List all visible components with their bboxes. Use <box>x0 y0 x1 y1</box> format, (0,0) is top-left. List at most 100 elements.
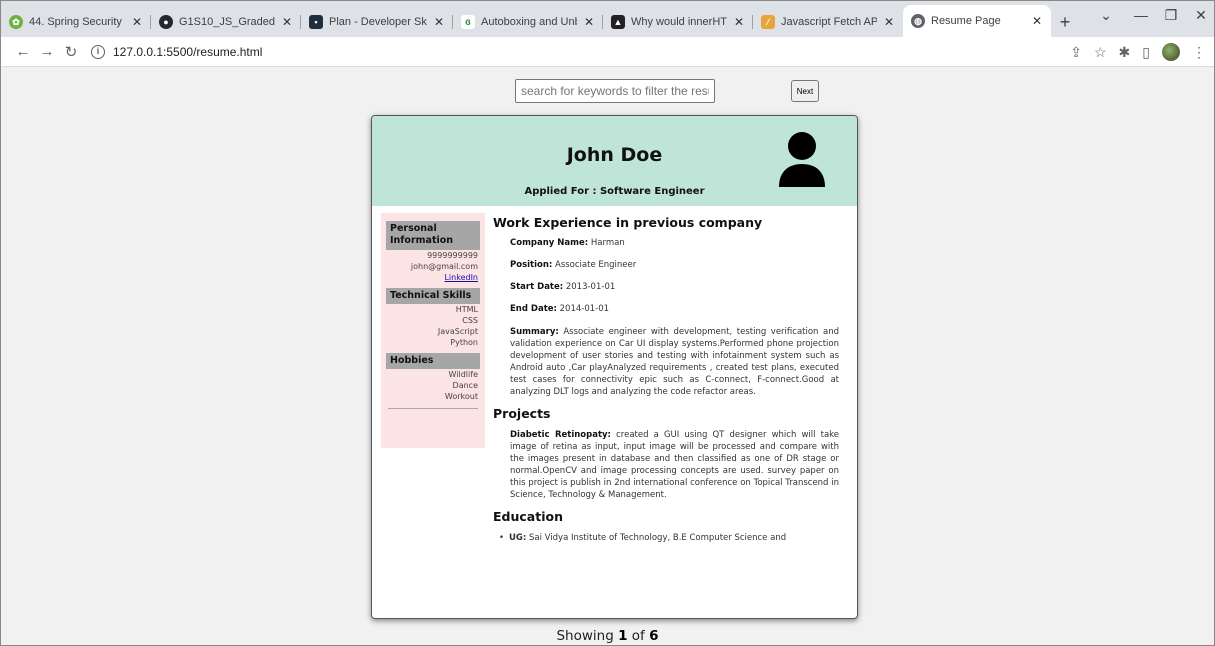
info-icon[interactable]: i <box>91 44 105 59</box>
linkedin-link[interactable]: LinkedIn <box>386 272 480 283</box>
stackoverflow-icon: ▲ <box>611 15 625 29</box>
close-icon[interactable]: ✕ <box>733 15 745 29</box>
page-content: Next John Doe Applied For : Software Eng… <box>1 68 1214 645</box>
start-date-value: 2013-01-01 <box>565 282 616 292</box>
total-pages: 6 <box>649 628 659 644</box>
close-icon[interactable]: ✕ <box>281 15 293 29</box>
resume-main: Work Experience in previous company Comp… <box>493 211 839 544</box>
tab-strip: ✿ 44. Spring Security FA ✕ ● G1S10_JS_Gr… <box>1 1 1214 37</box>
resume-header: John Doe Applied For : Software Engineer <box>372 116 857 206</box>
browser-toolbar: ← → ↻ i 127.0.0.1:5500/resume.html ⇪ ☆ ✱… <box>1 37 1214 67</box>
tab-github[interactable]: ● G1S10_JS_GradedProj ✕ <box>151 7 301 37</box>
tab-resume-page[interactable]: ◍ Resume Page ✕ <box>903 5 1051 37</box>
address-bar[interactable]: i 127.0.0.1:5500/resume.html <box>91 41 262 63</box>
menu-icon[interactable]: ⋮ <box>1192 44 1206 61</box>
close-icon[interactable]: ✕ <box>433 15 445 29</box>
tab-label: Javascript Fetch API <box>781 16 877 28</box>
tab-spring-security[interactable]: ✿ 44. Spring Security FA ✕ <box>1 7 151 37</box>
education-item: • UG: Sai Vidya Institute of Technology, … <box>499 532 839 544</box>
personal-info-heading: Personal Information <box>386 221 480 250</box>
next-button[interactable]: Next <box>791 80 819 102</box>
tab-fetch-api[interactable]: ⁄ Javascript Fetch API ✕ <box>753 7 903 37</box>
position-label: Position: <box>510 260 553 270</box>
github-icon: ● <box>159 15 173 29</box>
browser-window: ✿ 44. Spring Security FA ✕ ● G1S10_JS_Gr… <box>0 0 1215 646</box>
close-icon[interactable]: ✕ <box>131 15 143 29</box>
edu-value: Sai Vidya Institute of Technology, B.E C… <box>528 533 787 543</box>
applied-for: Applied For : Software Engineer <box>372 186 857 197</box>
summary-label: Summary: <box>510 327 559 337</box>
edu-label: UG: <box>509 533 527 543</box>
search-input[interactable] <box>515 79 715 103</box>
globe-icon: ◍ <box>911 14 925 28</box>
end-date-value: 2014-01-01 <box>559 304 610 314</box>
email-address: john@gmail.com <box>410 261 478 271</box>
tab-plan[interactable]: ▪ Plan - Developer Skill ✕ <box>301 7 453 37</box>
project-description: created a GUI using QT designer which wi… <box>510 430 840 500</box>
skill-item: Python <box>450 338 478 348</box>
star-icon[interactable]: ☆ <box>1094 44 1107 61</box>
resume-sidebar: Personal Information 9999999999 john@gma… <box>381 213 485 448</box>
geeks-icon: ɞ <box>461 15 475 29</box>
resume-card: John Doe Applied For : Software Engineer… <box>371 115 858 619</box>
tab-label: Plan - Developer Skill <box>329 16 427 28</box>
work-experience-heading: Work Experience in previous company <box>493 215 763 230</box>
pagination-status: Showing 1 of 6 <box>1 628 1214 644</box>
tab-autoboxing[interactable]: ɞ Autoboxing and Unbo ✕ <box>453 7 603 37</box>
education-heading: Education <box>493 509 563 524</box>
skills-heading: Technical Skills <box>386 287 480 305</box>
company-field: Company Name: Harman <box>510 238 839 249</box>
sidepanel-icon[interactable]: ▯ <box>1142 44 1150 61</box>
tab-innerhtml[interactable]: ▲ Why would innerHTM ✕ <box>603 7 753 37</box>
summary-text: Associate engineer with development, tes… <box>510 327 839 397</box>
hobby-item: Workout <box>444 392 478 402</box>
close-icon[interactable]: ✕ <box>1031 14 1043 28</box>
back-arrow-icon[interactable]: ← <box>11 43 35 60</box>
showing-middle: of <box>627 628 650 644</box>
tab-label: 44. Spring Security FA <box>29 16 125 28</box>
toolbar-actions: ⇪ ☆ ✱ ▯ ⋮ <box>1070 43 1206 61</box>
projects-heading: Projects <box>493 406 551 421</box>
summary-field: Summary: Associate engineer with develop… <box>510 326 839 398</box>
end-date-field: End Date: 2014-01-01 <box>510 304 839 315</box>
applied-label: Applied For : <box>524 186 600 197</box>
end-date-label: End Date: <box>510 304 557 314</box>
company-label: Company Name: <box>510 238 589 248</box>
project-item: Diabetic Retinopaty: created a GUI using… <box>510 429 839 501</box>
skill-item: JavaScript <box>437 327 478 337</box>
js-icon: ⁄ <box>761 15 775 29</box>
hobby-item: Dance <box>452 381 478 391</box>
start-date-field: Start Date: 2013-01-01 <box>510 282 839 293</box>
user-avatar-icon <box>779 132 825 187</box>
close-icon[interactable]: ✕ <box>583 15 595 29</box>
minimize-icon[interactable]: — <box>1126 7 1156 23</box>
tab-label: Autoboxing and Unbo <box>481 16 577 28</box>
applied-value: Software Engineer <box>599 186 705 197</box>
new-tab-button[interactable]: + <box>1051 7 1079 37</box>
sidebar-divider <box>388 408 478 410</box>
close-window-icon[interactable]: ✕ <box>1186 7 1214 24</box>
tab-label: Why would innerHTM <box>631 16 727 28</box>
showing-prefix: Showing <box>556 628 619 644</box>
skill-item: HTML <box>455 305 478 315</box>
share-icon[interactable]: ⇪ <box>1070 44 1082 61</box>
position-field: Position: Associate Engineer <box>510 260 839 271</box>
tab-label: Resume Page <box>931 15 1001 27</box>
plan-icon: ▪ <box>309 15 323 29</box>
hobby-item: Wildlife <box>448 370 478 380</box>
start-date-label: Start Date: <box>510 282 564 292</box>
spring-leaf-icon: ✿ <box>9 15 23 29</box>
extensions-icon[interactable]: ✱ <box>1119 44 1131 61</box>
reload-icon[interactable]: ↻ <box>59 43 83 61</box>
forward-arrow-icon[interactable]: → <box>35 43 59 60</box>
url-text[interactable]: 127.0.0.1:5500/resume.html <box>113 45 262 59</box>
company-value: Harman <box>590 238 625 248</box>
skill-item: CSS <box>462 316 478 326</box>
close-icon[interactable]: ✕ <box>883 15 895 29</box>
tab-search-icon[interactable]: ⌄ <box>1091 7 1121 24</box>
bullet-icon: • <box>499 533 505 543</box>
restore-icon[interactable]: ❐ <box>1156 7 1186 24</box>
position-value: Associate Engineer <box>555 260 637 270</box>
profile-avatar[interactable] <box>1162 43 1180 61</box>
tab-label: G1S10_JS_GradedProj <box>179 16 275 28</box>
